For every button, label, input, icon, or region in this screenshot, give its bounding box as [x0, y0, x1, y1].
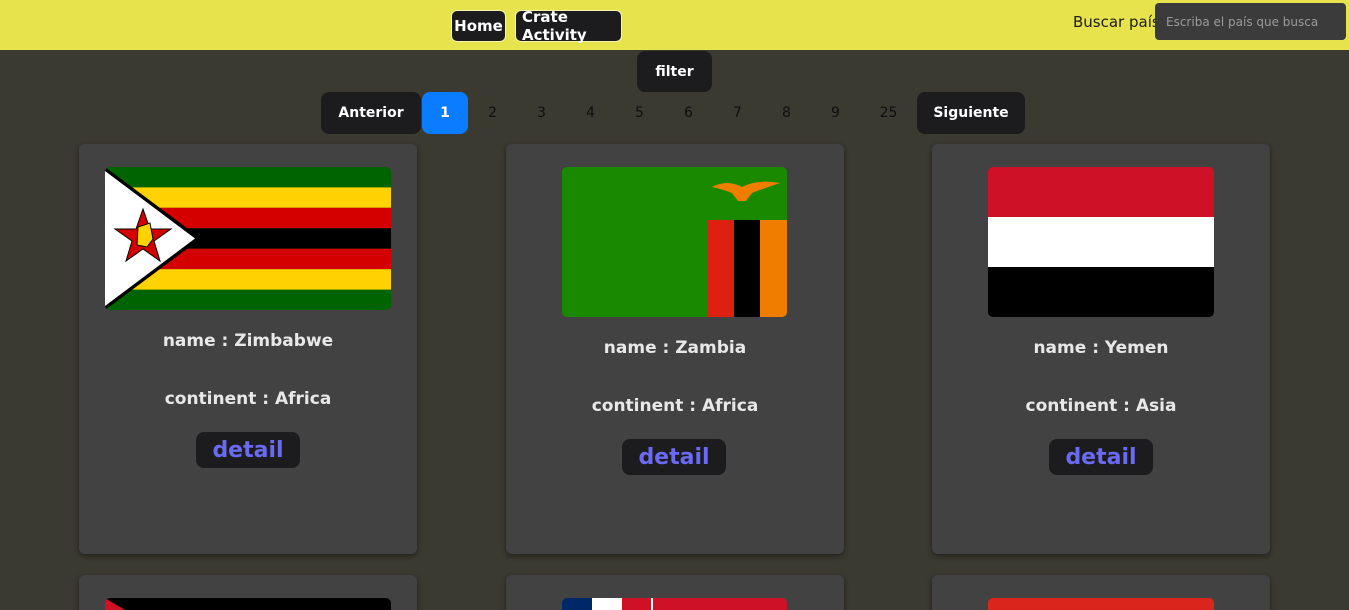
country-continent: continent : Africa	[164, 389, 332, 409]
home-button[interactable]: Home	[451, 10, 506, 42]
country-card-row2-2	[506, 575, 844, 610]
country-continent: continent : Asia	[1025, 396, 1177, 416]
page-25-button[interactable]: 25	[860, 92, 917, 134]
previous-page-button[interactable]: Anterior	[321, 92, 421, 134]
search-input[interactable]	[1155, 3, 1346, 40]
zambia-flag-icon	[562, 167, 787, 317]
country-card-row2-1	[79, 575, 417, 610]
flag-icon	[988, 598, 1214, 610]
page-5-button[interactable]: 5	[615, 92, 664, 134]
country-card-yemen: name : Yemen continent : Asia detail	[932, 144, 1270, 554]
page-3-button[interactable]: 3	[517, 92, 566, 134]
country-card-zambia: name : Zambia continent : Africa detail	[506, 144, 844, 554]
flag-icon	[562, 598, 787, 610]
page-1-button[interactable]: 1	[422, 92, 468, 134]
filter-button[interactable]: filter	[637, 51, 712, 92]
page-4-button[interactable]: 4	[566, 92, 615, 134]
detail-button[interactable]: detail	[1049, 439, 1153, 475]
country-name: name : Zimbabwe	[162, 331, 334, 351]
next-page-button[interactable]: Siguiente	[917, 92, 1025, 134]
top-navbar: Home Crate Activity Buscar país:	[0, 0, 1349, 50]
create-activity-button[interactable]: Crate Activity	[515, 8, 622, 44]
page-2-button[interactable]: 2	[468, 92, 517, 134]
country-card-row2-3	[932, 575, 1270, 610]
page-8-button[interactable]: 8	[762, 92, 811, 134]
zimbabwe-flag-icon	[105, 167, 391, 310]
yemen-flag-icon	[988, 167, 1214, 317]
detail-button[interactable]: detail	[196, 432, 300, 468]
page-6-button[interactable]: 6	[664, 92, 713, 134]
country-name: name : Yemen	[1033, 338, 1169, 358]
country-card-zimbabwe: name : Zimbabwe continent : Africa detai…	[79, 144, 417, 554]
detail-button[interactable]: detail	[622, 439, 726, 475]
flag-icon	[105, 598, 391, 610]
page-9-button[interactable]: 9	[811, 92, 860, 134]
page-7-button[interactable]: 7	[713, 92, 762, 134]
search-label: Buscar país:	[1073, 13, 1165, 31]
country-continent: continent : Africa	[591, 396, 759, 416]
country-name: name : Zambia	[603, 338, 747, 358]
pagination: Anterior 1 2 3 4 5 6 7 8 9 25 Siguiente	[321, 92, 1025, 134]
